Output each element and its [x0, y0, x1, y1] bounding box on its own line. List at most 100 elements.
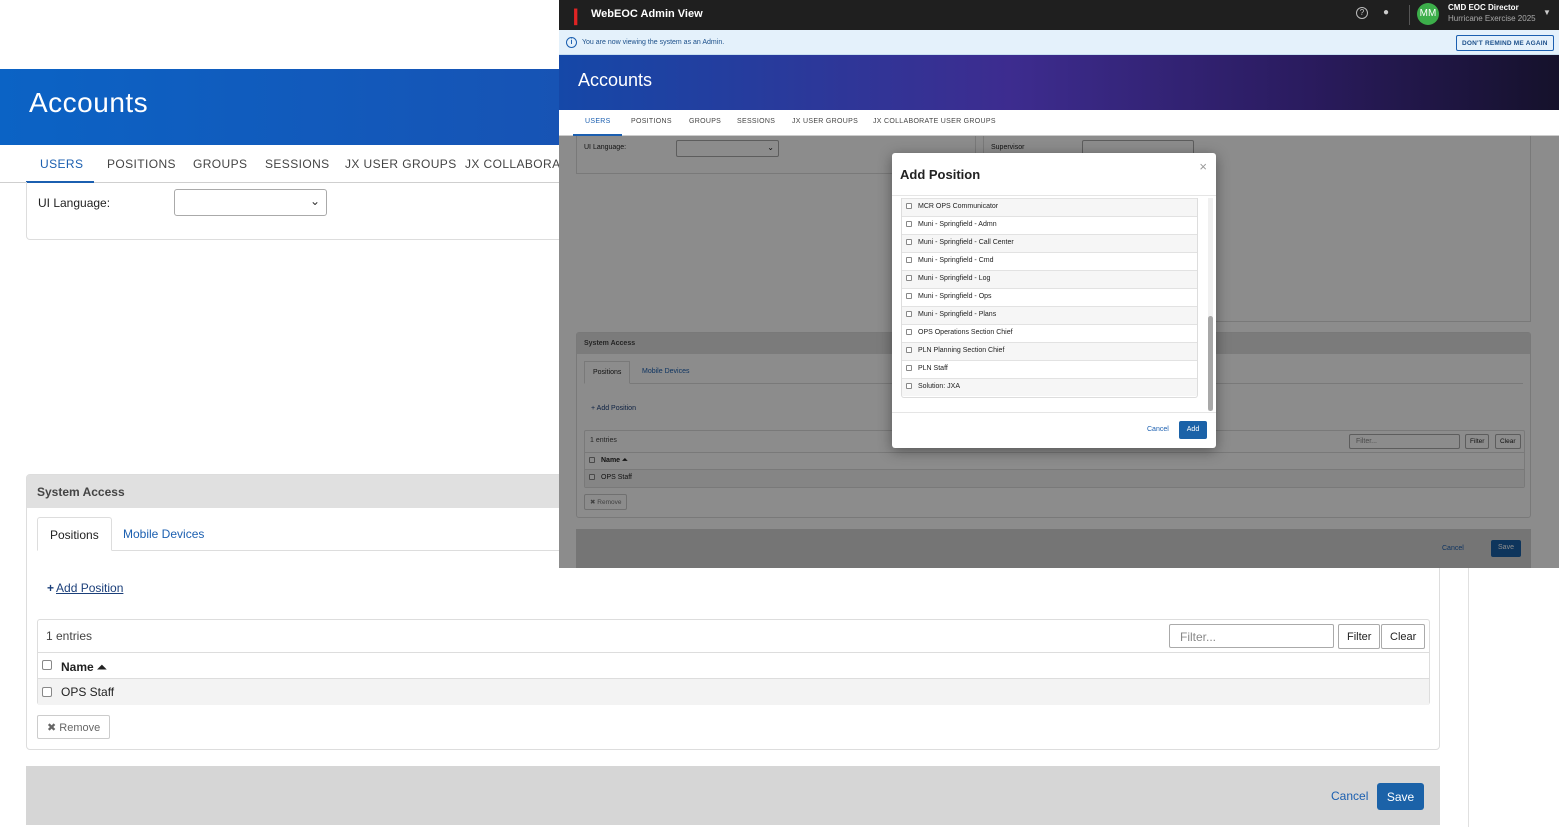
- position-checkbox[interactable]: [906, 293, 912, 300]
- modal-add-button[interactable]: Add: [1179, 421, 1207, 439]
- bg-tab-positions[interactable]: POSITIONS: [107, 157, 176, 171]
- dont-remind-button[interactable]: DON'T REMIND ME AGAIN: [1456, 35, 1554, 51]
- position-list: MCR OPS Communicator Muni - Springfield …: [901, 198, 1198, 398]
- admin-view-window: ❙ WebEOC Admin View ? ● MM CMD EOC Direc…: [559, 0, 1559, 568]
- position-label: Muni - Springfield - Admn: [918, 221, 997, 228]
- page-title: Accounts: [578, 70, 653, 90]
- bg-remove-label: Remove: [59, 722, 101, 734]
- bg-subtab-positions[interactable]: Positions: [37, 517, 112, 551]
- bg-filter-input[interactable]: Filter...: [1169, 624, 1334, 648]
- position-label: Muni - Springfield - Plans: [918, 311, 997, 318]
- bg-divider: [1468, 560, 1469, 827]
- list-item[interactable]: Solution: JXA: [902, 378, 1197, 396]
- tab-jx-collaborate-user-groups[interactable]: JX COLLABORATE USER GROUPS: [873, 118, 996, 125]
- bg-ui-language-label: UI Language:: [38, 196, 111, 210]
- list-item[interactable]: Muni - Springfield - Plans: [902, 306, 1197, 324]
- position-label: PLN Staff: [918, 365, 948, 372]
- app-title: WebEOC Admin View: [591, 8, 703, 20]
- tab-positions[interactable]: POSITIONS: [631, 118, 672, 125]
- chevron-down-icon[interactable]: ▼: [1543, 8, 1551, 17]
- modal-cancel-button[interactable]: Cancel: [1147, 426, 1169, 433]
- list-item[interactable]: PLN Staff: [902, 360, 1197, 378]
- info-message: You are now viewing the system as an Adm…: [582, 39, 725, 46]
- app-logo-icon: ❙: [569, 8, 583, 25]
- bg-table-header: Name ⏶: [38, 652, 1429, 678]
- list-item[interactable]: Muni - Springfield - Admn: [902, 216, 1197, 234]
- bg-row-checkbox[interactable]: [42, 687, 52, 697]
- bg-entries-count: 1 entries: [46, 629, 93, 643]
- remove-icon: ✖: [47, 722, 57, 734]
- topbar-divider: [1409, 5, 1410, 25]
- list-item[interactable]: MCR OPS Communicator: [902, 198, 1197, 216]
- position-label: OPS Operations Section Chief: [918, 329, 1013, 336]
- modal-footer-divider: [892, 412, 1216, 413]
- position-label: MCR OPS Communicator: [918, 203, 999, 210]
- bg-add-position-label: Add Position: [56, 581, 124, 595]
- bg-tab-sessions[interactable]: SESSIONS: [265, 157, 330, 171]
- list-item[interactable]: Muni - Springfield - Call Center: [902, 234, 1197, 252]
- position-label: Muni - Springfield - Log: [918, 275, 991, 282]
- position-label: Muni - Springfield - Ops: [918, 293, 992, 300]
- list-item[interactable]: Muni - Springfield - Ops: [902, 288, 1197, 306]
- list-item[interactable]: Muni - Springfield - Log: [902, 270, 1197, 288]
- bg-positions-table: 1 entries Filter... Filter Clear Name ⏶ …: [37, 619, 1430, 705]
- list-item[interactable]: OPS Operations Section Chief: [902, 324, 1197, 342]
- position-label: Solution: JXA: [918, 383, 961, 390]
- bg-tab-users[interactable]: USERS: [40, 157, 83, 171]
- info-icon: i: [566, 37, 577, 48]
- modal-header-divider: [892, 195, 1216, 196]
- position-checkbox[interactable]: [906, 365, 912, 372]
- position-label: Muni - Springfield - Call Center: [918, 239, 1014, 246]
- bg-page-title: Accounts: [29, 87, 149, 118]
- position-label: PLN Planning Section Chief: [918, 347, 1005, 354]
- position-checkbox[interactable]: [906, 311, 912, 318]
- tab-groups[interactable]: GROUPS: [689, 118, 721, 125]
- position-checkbox[interactable]: [906, 329, 912, 336]
- bg-row-name: OPS Staff: [61, 685, 115, 699]
- position-checkbox[interactable]: [906, 347, 912, 354]
- bg-remove-button[interactable]: ✖ Remove: [37, 715, 111, 739]
- user-icon[interactable]: ●: [1383, 7, 1389, 18]
- bg-tab-jx-user-groups[interactable]: JX USER GROUPS: [345, 157, 457, 171]
- plus-icon: +: [47, 581, 55, 595]
- sort-ascending-icon: ⏶: [97, 660, 107, 674]
- bg-add-position-link[interactable]: + Add Position: [47, 581, 123, 595]
- list-item[interactable]: Muni - Springfield - Cmd: [902, 252, 1197, 270]
- bg-name-column-header[interactable]: Name ⏶: [61, 660, 107, 675]
- bg-clear-button[interactable]: Clear: [1381, 624, 1426, 649]
- close-icon[interactable]: ×: [1199, 159, 1207, 174]
- position-checkbox[interactable]: [906, 203, 912, 210]
- bg-cancel-button[interactable]: Cancel: [1331, 789, 1368, 803]
- page-header: Accounts: [559, 55, 1559, 110]
- bg-subtab-mobile-devices[interactable]: Mobile Devices: [111, 517, 216, 551]
- position-label: Muni - Springfield - Cmd: [918, 257, 994, 264]
- help-icon[interactable]: ?: [1356, 7, 1368, 19]
- chevron-down-icon: ⌄: [309, 194, 320, 208]
- bg-save-button[interactable]: Save: [1377, 783, 1424, 810]
- bg-footer: Cancel Save: [26, 766, 1440, 825]
- position-checkbox[interactable]: [906, 275, 912, 282]
- bg-name-header-label: Name: [61, 660, 94, 674]
- table-row: OPS Staff: [38, 678, 1429, 705]
- admin-info-banner: i You are now viewing the system as an A…: [559, 30, 1559, 55]
- top-bar: ❙ WebEOC Admin View ? ● MM CMD EOC Direc…: [559, 0, 1559, 30]
- bg-user-settings-panel: UI Language: ⌄: [26, 182, 586, 240]
- bg-filter-button[interactable]: Filter: [1338, 624, 1381, 649]
- position-checkbox[interactable]: [906, 257, 912, 264]
- position-checkbox[interactable]: [906, 221, 912, 228]
- tab-bar: USERS POSITIONS GROUPS SESSIONS JX USER …: [559, 110, 1559, 136]
- bg-select-all-checkbox[interactable]: [42, 660, 52, 670]
- bg-tab-groups[interactable]: GROUPS: [193, 157, 247, 171]
- user-position-name[interactable]: CMD EOC Director: [1448, 3, 1519, 12]
- list-item[interactable]: PLN Planning Section Chief: [902, 342, 1197, 360]
- bg-ui-language-select[interactable]: ⌄: [174, 189, 327, 216]
- tab-jx-user-groups[interactable]: JX USER GROUPS: [792, 118, 858, 125]
- position-checkbox[interactable]: [906, 239, 912, 246]
- modal-title: Add Position: [900, 167, 981, 182]
- scrollbar-thumb[interactable]: [1208, 316, 1213, 411]
- position-checkbox[interactable]: [906, 383, 912, 390]
- tab-sessions[interactable]: SESSIONS: [737, 118, 775, 125]
- avatar[interactable]: MM: [1417, 3, 1439, 25]
- tab-users[interactable]: USERS: [585, 118, 611, 125]
- user-incident-name[interactable]: Hurricane Exercise 2025: [1448, 14, 1536, 23]
